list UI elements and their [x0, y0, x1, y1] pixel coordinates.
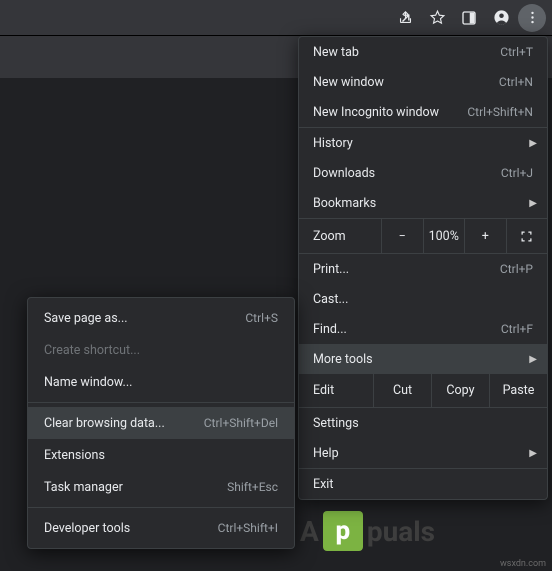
cut-button[interactable]: Cut: [373, 374, 431, 407]
zoom-in-button[interactable]: +: [464, 219, 506, 253]
menu-item-new-window[interactable]: New window Ctrl+N: [299, 67, 547, 97]
menu-item-incognito[interactable]: New Incognito window Ctrl+Shift+N: [299, 97, 547, 127]
main-menu: New tab Ctrl+T New window Ctrl+N New Inc…: [298, 36, 548, 500]
star-icon[interactable]: [422, 3, 452, 33]
chevron-right-icon: ▶: [529, 448, 537, 459]
menu-item-print[interactable]: Print... Ctrl+P: [299, 254, 547, 284]
menu-item-history[interactable]: History ▶: [299, 128, 547, 158]
copy-button[interactable]: Copy: [431, 374, 489, 407]
menu-label: Print...: [313, 262, 500, 277]
submenu-item-save-page[interactable]: Save page as... Ctrl+S: [28, 302, 294, 334]
submenu-label: Name window...: [44, 375, 278, 390]
menu-item-help[interactable]: Help ▶: [299, 438, 547, 468]
submenu-accel: Shift+Esc: [227, 480, 278, 494]
submenu-item-dev-tools[interactable]: Developer tools Ctrl+Shift+I: [28, 512, 294, 544]
fullscreen-button[interactable]: [506, 219, 548, 253]
menu-item-bookmarks[interactable]: Bookmarks ▶: [299, 188, 547, 218]
menu-label: Downloads: [313, 166, 501, 181]
menu-item-find[interactable]: Find... Ctrl+F: [299, 314, 547, 344]
logo-badge: p: [323, 511, 363, 551]
submenu-label: Task manager: [44, 480, 227, 495]
submenu-divider: [28, 507, 294, 508]
submenu-item-name-window[interactable]: Name window...: [28, 366, 294, 398]
zoom-value: 100%: [423, 219, 465, 253]
share-icon[interactable]: [390, 3, 420, 33]
menu-item-more-tools[interactable]: More tools ▶: [299, 344, 547, 374]
submenu-item-task-manager[interactable]: Task manager Shift+Esc: [28, 471, 294, 503]
zoom-out-button[interactable]: −: [381, 219, 423, 253]
menu-label: More tools: [313, 352, 533, 367]
fullscreen-icon: [519, 229, 534, 244]
menu-accel: Ctrl+Shift+N: [467, 105, 533, 119]
menu-accel: Ctrl+F: [501, 322, 533, 336]
menu-item-edit: Edit Cut Copy Paste: [299, 374, 547, 408]
submenu-label: Save page as...: [44, 311, 245, 326]
menu-accel: Ctrl+T: [500, 45, 533, 59]
menu-dots-icon[interactable]: [518, 4, 546, 32]
submenu-label: Developer tools: [44, 521, 218, 536]
chevron-right-icon: ▶: [529, 138, 537, 149]
chevron-right-icon: ▶: [529, 354, 537, 365]
menu-label: Bookmarks: [313, 196, 533, 211]
zoom-label: Zoom: [299, 229, 381, 244]
submenu-item-clear-data[interactable]: Clear browsing data... Ctrl+Shift+Del: [28, 407, 294, 439]
logo-suffix: puals: [367, 515, 435, 548]
menu-item-cast[interactable]: Cast...: [299, 284, 547, 314]
edit-label: Edit: [299, 383, 373, 398]
menu-label: Settings: [313, 416, 533, 431]
menu-item-settings[interactable]: Settings: [299, 408, 547, 438]
submenu-accel: Ctrl+Shift+I: [218, 521, 278, 535]
chevron-right-icon: ▶: [529, 198, 537, 209]
menu-label: Find...: [313, 322, 501, 337]
submenu-divider: [28, 402, 294, 403]
submenu-item-create-shortcut: Create shortcut...: [28, 334, 294, 366]
image-credit: wsxdn.com: [500, 559, 546, 569]
submenu-label: Clear browsing data...: [44, 416, 204, 431]
page-logo: A p puals: [300, 511, 435, 551]
menu-accel: Ctrl+P: [500, 262, 533, 276]
menu-accel: Ctrl+N: [499, 75, 533, 89]
browser-toolbar: [0, 0, 552, 36]
more-tools-submenu: Save page as... Ctrl+S Create shortcut..…: [27, 297, 295, 549]
menu-item-exit[interactable]: Exit: [299, 469, 547, 499]
menu-item-new-tab[interactable]: New tab Ctrl+T: [299, 37, 547, 67]
menu-label: New Incognito window: [313, 105, 467, 120]
menu-item-zoom: Zoom − 100% +: [299, 218, 547, 254]
submenu-label: Extensions: [44, 448, 278, 463]
paste-button[interactable]: Paste: [489, 374, 547, 407]
submenu-accel: Ctrl+S: [245, 311, 278, 325]
menu-label: Help: [313, 446, 533, 461]
menu-accel: Ctrl+J: [501, 166, 533, 180]
menu-item-downloads[interactable]: Downloads Ctrl+J: [299, 158, 547, 188]
submenu-accel: Ctrl+Shift+Del: [204, 416, 278, 430]
logo-prefix: A: [300, 515, 319, 548]
menu-label: New tab: [313, 45, 500, 60]
profile-icon[interactable]: [486, 3, 516, 33]
menu-label: New window: [313, 75, 499, 90]
menu-label: Cast...: [313, 292, 533, 307]
submenu-label: Create shortcut...: [44, 343, 278, 358]
menu-label: History: [313, 136, 533, 151]
menu-label: Exit: [313, 477, 533, 492]
submenu-item-extensions[interactable]: Extensions: [28, 439, 294, 471]
panel-icon[interactable]: [454, 3, 484, 33]
